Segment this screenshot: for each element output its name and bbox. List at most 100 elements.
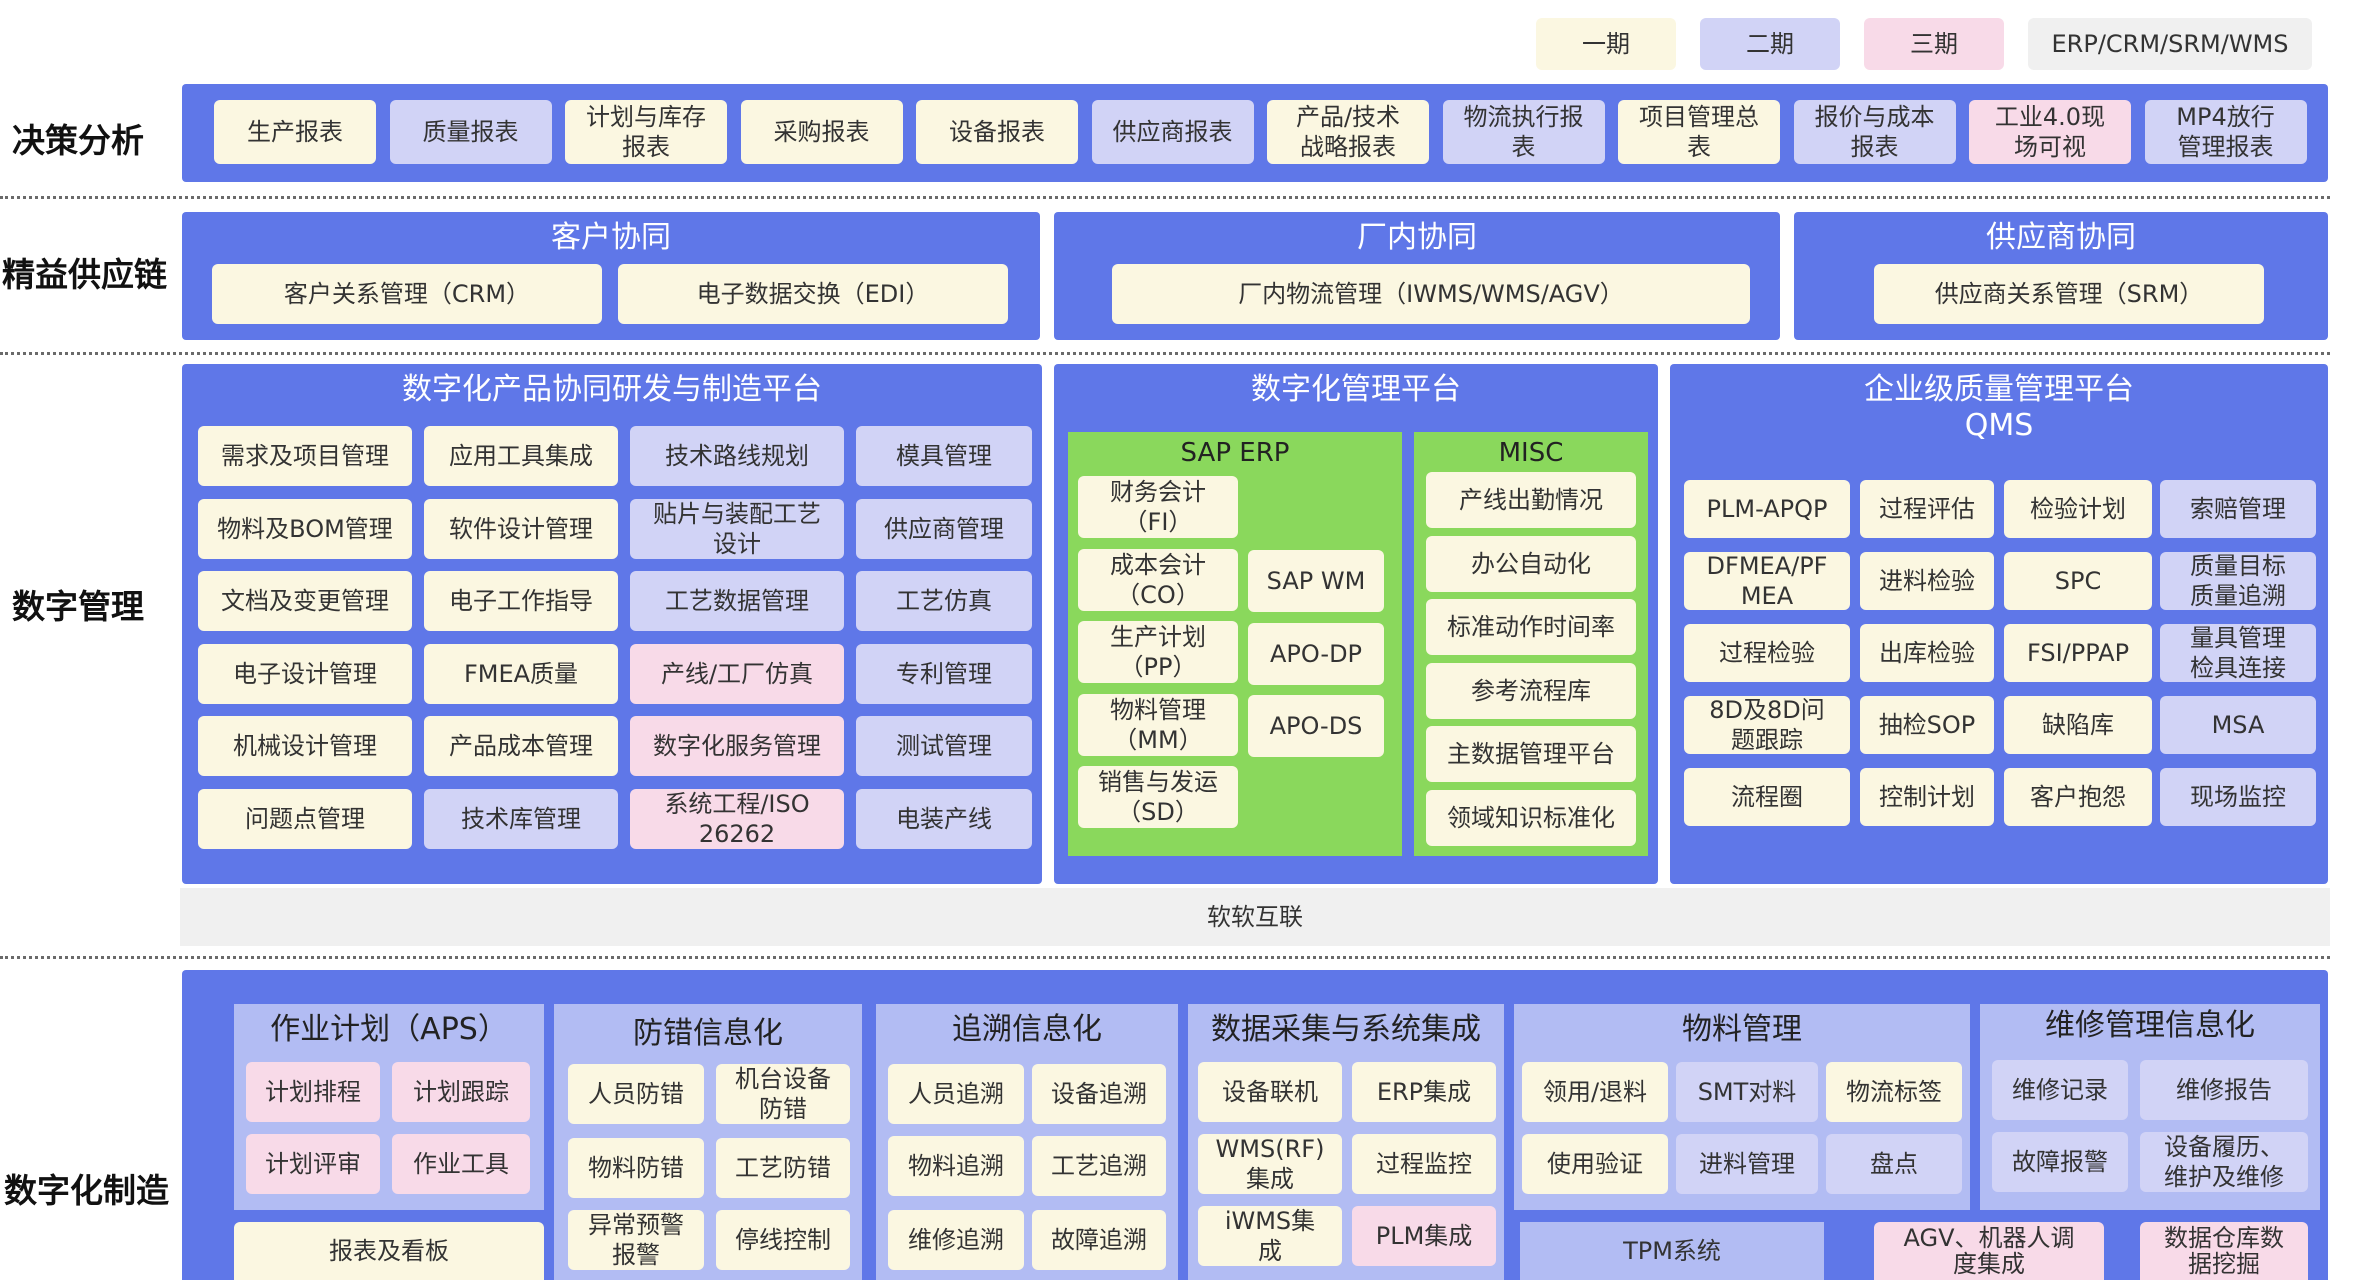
mistake-item: 物料防错	[568, 1138, 704, 1198]
edi-box: 电子数据交换（EDI）	[618, 264, 1008, 324]
agv-box: AGV、机器人调 度集成	[1874, 1222, 2104, 1280]
rd-item: 软件设计管理	[424, 498, 618, 559]
aps-item: 计划排程	[246, 1062, 380, 1122]
mistake-item: 停线控制	[716, 1210, 850, 1270]
qms-item: 质量目标 质量追溯	[2160, 552, 2316, 610]
qms-item: 抽检SOP	[1860, 696, 1994, 754]
aps-item: 作业工具	[392, 1134, 530, 1194]
qms-item: 8D及8D问 题跟踪	[1684, 696, 1850, 754]
rd-item: 应用工具集成	[424, 426, 618, 486]
sap-module: APO-DP	[1248, 622, 1384, 685]
qms-item: PLM-APQP	[1684, 480, 1850, 538]
rd-item: 需求及项目管理	[198, 426, 412, 486]
legend-phase3: 三期	[1864, 18, 2004, 70]
qms-item: 缺陷库	[2004, 696, 2152, 754]
material-item: 物流标签	[1826, 1062, 1962, 1122]
trace-item: 工艺追溯	[1032, 1136, 1166, 1196]
decision-item: 报价与成本 报表	[1793, 100, 1956, 164]
sap-module: 生产计划 （PP）	[1078, 621, 1238, 683]
rd-item: 产线/工厂仿真	[630, 643, 844, 704]
qms-item: 现场监控	[2160, 768, 2316, 826]
sap-erp-title: SAP ERP	[1180, 438, 1290, 468]
supplier-title: 供应商协同	[1986, 220, 2136, 255]
rd-item: 技术路线规划	[630, 426, 844, 486]
rd-item: 模具管理	[856, 426, 1032, 486]
rd-item: 专利管理	[856, 643, 1032, 704]
rd-item: 机械设计管理	[198, 716, 412, 777]
sap-module: APO-DS	[1248, 695, 1384, 757]
trace-item: 故障追溯	[1032, 1210, 1166, 1270]
misc-item: 办公自动化	[1426, 535, 1636, 592]
sap-module: SAP WM	[1248, 550, 1384, 612]
misc-item: 标准动作时间率	[1426, 599, 1636, 656]
decision-item: 生产报表	[214, 100, 376, 164]
rd-item: 供应商管理	[856, 498, 1032, 559]
mistake-item: 人员防错	[568, 1064, 704, 1124]
rd-item: 电装产线	[856, 789, 1032, 849]
row-label-decision: 决策分析	[12, 121, 144, 160]
data-item: iWMS集 成	[1198, 1206, 1342, 1266]
repair-title: 维修管理信息化	[2045, 1008, 2255, 1043]
trace-title: 追溯信息化	[952, 1012, 1102, 1047]
repair-item: 故障报警	[1992, 1132, 2128, 1192]
decision-item: 项目管理总 表	[1618, 100, 1780, 164]
qms-item: 过程检验	[1684, 624, 1850, 682]
qms-item: 流程圈	[1684, 768, 1850, 826]
rd-item: 文档及变更管理	[198, 571, 412, 632]
rd-item: 贴片与装配工艺 设计	[630, 498, 844, 559]
material-item: 使用验证	[1522, 1134, 1668, 1194]
tpm-box: TPM系统	[1623, 1237, 1721, 1265]
mistake-item: 机台设备 防错	[716, 1064, 850, 1124]
trace-item: 维修追溯	[888, 1210, 1024, 1270]
rd-item: 工艺仿真	[856, 571, 1032, 632]
sap-module: 销售与发运 （SD）	[1078, 766, 1238, 828]
decision-item: 质量报表	[389, 100, 552, 164]
decision-item: 计划与库存 报表	[565, 100, 727, 164]
factory-title: 厂内协同	[1357, 220, 1477, 255]
rd-item: 系统工程/ISO 26262	[630, 789, 844, 849]
rd-item: 产品成本管理	[424, 716, 618, 777]
trace-item: 物料追溯	[888, 1136, 1024, 1196]
sap-module: 物料管理 （MM）	[1078, 693, 1238, 756]
material-item: 进料管理	[1676, 1134, 1818, 1194]
data-item: WMS(RF) 集成	[1198, 1134, 1342, 1194]
legend-phase2: 二期	[1700, 18, 1840, 70]
decision-item: 工业4.0现 场可视	[1969, 100, 2131, 164]
rd-item: 电子设计管理	[198, 643, 412, 704]
rd-item: 工艺数据管理	[630, 571, 844, 632]
mistake-item: 工艺防错	[716, 1138, 850, 1198]
material-title: 物料管理	[1682, 1012, 1802, 1047]
decision-item: 供应商报表	[1091, 100, 1254, 164]
rd-item: 数字化服务管理	[630, 716, 844, 777]
rd-item: 技术库管理	[424, 789, 618, 849]
data-item: 设备联机	[1198, 1062, 1342, 1122]
aps-title: 作业计划（APS）	[270, 1012, 508, 1047]
material-item: SMT对料	[1676, 1062, 1818, 1122]
dw-box: 数据仓库数 据挖掘	[2140, 1222, 2308, 1280]
trace-item: 设备追溯	[1032, 1064, 1166, 1124]
customer-title: 客户协同	[551, 220, 671, 255]
soft-link-bar: 软软互联	[180, 888, 2330, 946]
srm-box: 供应商关系管理（SRM）	[1874, 264, 2264, 324]
mistake-title: 防错信息化	[633, 1016, 783, 1051]
crm-box: 客户关系管理（CRM）	[212, 264, 602, 324]
decision-item: 采购报表	[740, 100, 903, 164]
qms-item: 出库检验	[1860, 624, 1994, 682]
row-label-digital: 数字管理	[12, 587, 144, 626]
qms-title: 企业级质量管理平台 QMS	[1864, 372, 2134, 443]
row-label-supply: 精益供应链	[2, 255, 167, 294]
legend-erp: ERP/CRM/SRM/WMS	[2028, 18, 2312, 70]
aps-item: 计划跟踪	[392, 1062, 530, 1122]
decision-item: MP4放行 管理报表	[2144, 100, 2307, 164]
misc-item: 主数据管理平台	[1426, 726, 1636, 783]
qms-item: FSI/PPAP	[2004, 624, 2152, 682]
qms-item: 控制计划	[1860, 768, 1994, 826]
qms-item: 进料检验	[1860, 552, 1994, 610]
qms-item: DFMEA/PF MEA	[1684, 552, 1850, 610]
decision-item: 设备报表	[916, 100, 1078, 164]
rd-title: 数字化产品协同研发与制造平台	[402, 372, 822, 407]
material-item: 领用/退料	[1522, 1062, 1668, 1122]
divider-3	[0, 956, 2330, 959]
repair-item: 维修记录	[1992, 1060, 2128, 1120]
qms-item: 客户抱怨	[2004, 768, 2152, 826]
